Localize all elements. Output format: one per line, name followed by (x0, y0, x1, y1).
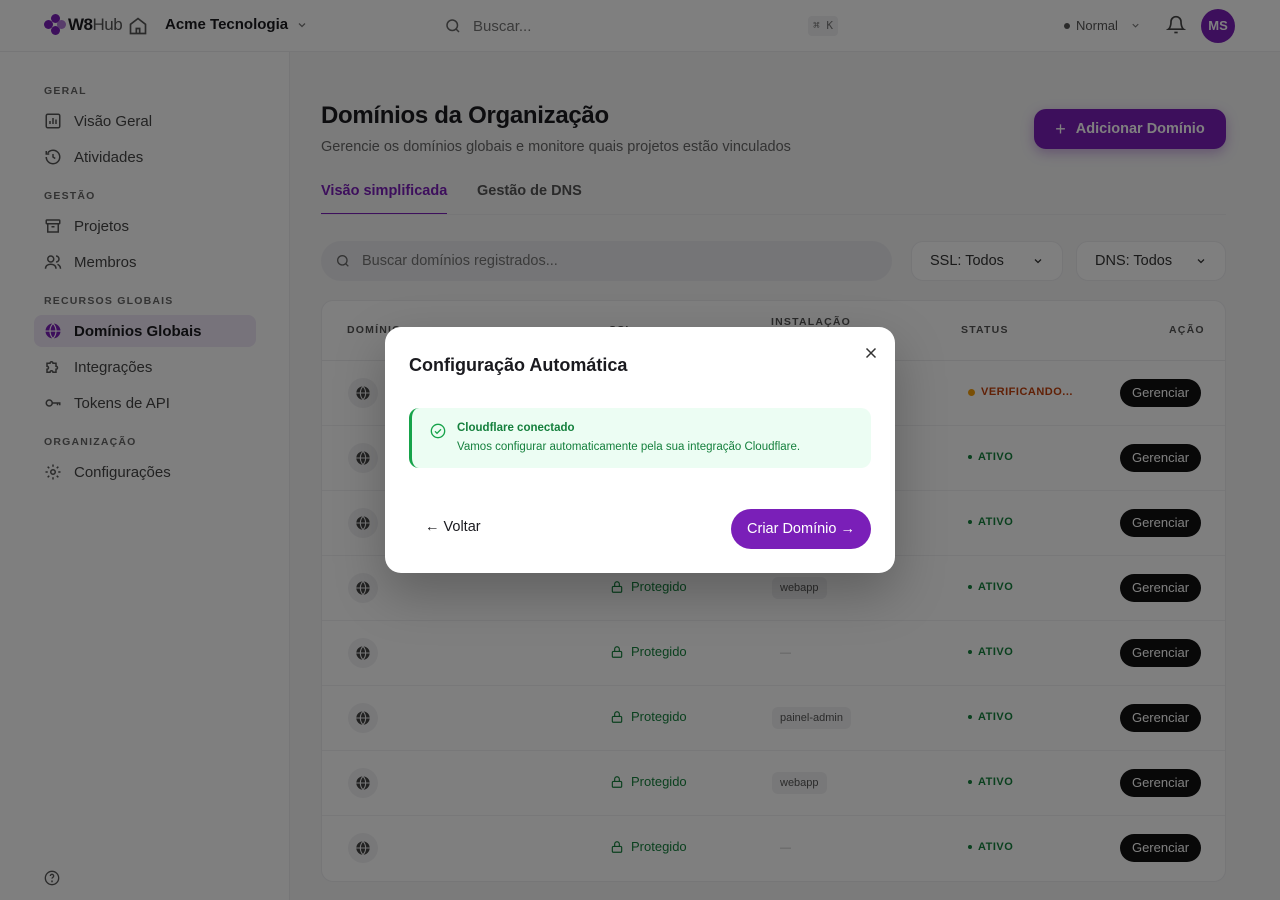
close-icon[interactable] (862, 344, 880, 362)
check-circle-icon (430, 423, 446, 439)
alert-title: Cloudflare conectado (457, 422, 575, 434)
create-domain-button[interactable]: Criar Domínio → (731, 509, 871, 549)
auto-config-modal: Configuração Automática Cloudflare conec… (385, 327, 895, 573)
alert-text: Vamos configurar automaticamente pela su… (457, 441, 801, 453)
modal-title: Configuração Automática (409, 355, 628, 375)
cloudflare-connected-alert: Cloudflare conectado Vamos configurar au… (409, 408, 871, 468)
back-button[interactable]: ← Voltar (425, 519, 481, 535)
